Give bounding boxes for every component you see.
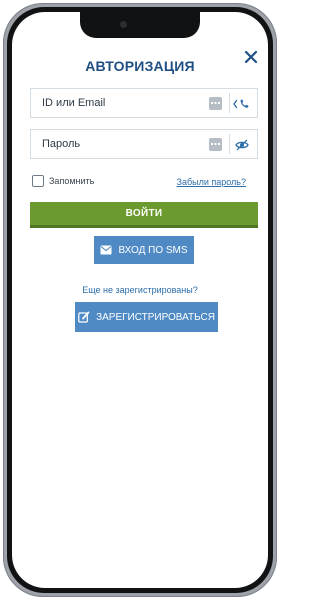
phone-bezel: АВТОРИЗАЦИЯ ID или Email Пароль Запомнит…: [7, 7, 273, 593]
field-divider: [229, 134, 230, 154]
phone-frame: АВТОРИЗАЦИЯ ID или Email Пароль Запомнит…: [3, 3, 277, 597]
edit-icon: [78, 311, 90, 323]
login-button[interactable]: ВОЙТИ: [30, 202, 258, 228]
phone-notch: [80, 12, 200, 38]
remember-label: Запомнить: [49, 176, 95, 186]
password-field[interactable]: Пароль: [30, 129, 258, 159]
camera-icon: [120, 21, 127, 28]
remember-me[interactable]: Запомнить: [32, 175, 94, 187]
eye-icon[interactable]: [232, 136, 252, 154]
password-placeholder: Пароль: [42, 138, 81, 150]
field-divider: [229, 93, 230, 113]
phone-screen: АВТОРИЗАЦИЯ ID или Email Пароль Запомнит…: [12, 12, 268, 588]
id-email-field[interactable]: ID или Email: [30, 88, 258, 118]
page-title: АВТОРИЗАЦИЯ: [85, 58, 195, 74]
phone-icon[interactable]: [232, 95, 252, 113]
keyboard-icon[interactable]: [209, 138, 222, 151]
register-hint: Еще не зарегистрированы?: [82, 285, 198, 295]
close-icon[interactable]: [242, 48, 260, 66]
id-email-placeholder: ID или Email: [42, 97, 106, 109]
remember-checkbox[interactable]: [32, 175, 44, 187]
keyboard-icon[interactable]: [209, 97, 222, 110]
register-label: ЗАРЕГИСТРИРОВАТЬСЯ: [96, 311, 215, 323]
forgot-password-link[interactable]: Забыли пароль?: [177, 177, 246, 187]
envelope-icon: [100, 245, 112, 255]
register-button[interactable]: ЗАРЕГИСТРИРОВАТЬСЯ: [75, 302, 218, 332]
sms-login-button[interactable]: ВХОД ПО SMS: [94, 236, 194, 264]
sms-login-label: ВХОД ПО SMS: [118, 244, 188, 256]
